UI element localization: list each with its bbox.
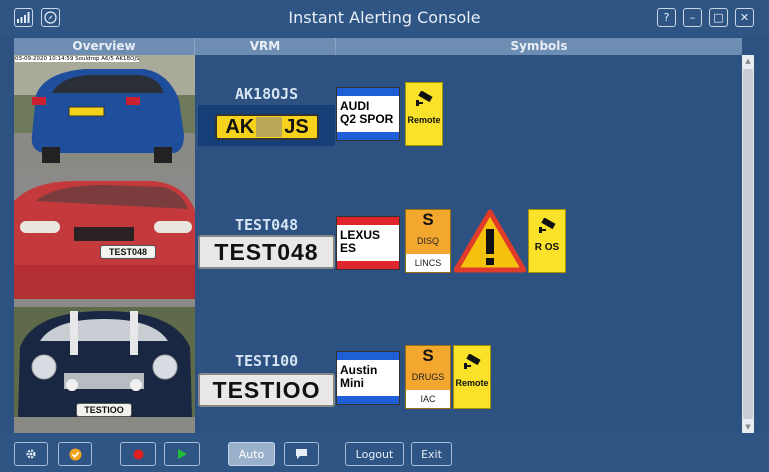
vehicle-photo: TESTIOO (14, 307, 195, 433)
vertical-scrollbar[interactable]: ▲ ▼ (742, 55, 754, 433)
check-circle-icon (69, 448, 81, 460)
make-bar-bottom (337, 261, 399, 269)
exit-button[interactable]: Exit (411, 442, 452, 466)
photo-timestamp: 03-09-2020 10:14:59 Souldrop A6/5 AK18OJ… (15, 56, 140, 62)
plate-image: TESTIOO (198, 373, 335, 407)
column-symbols[interactable]: Symbols (336, 38, 742, 55)
plate-redaction (256, 117, 283, 137)
scrollbar-thumb[interactable] (743, 69, 753, 419)
plate-text-end: JS (284, 115, 309, 138)
window-title: Instant Alerting Console (288, 8, 481, 27)
plate-crop: AK JS (198, 105, 335, 146)
close-button[interactable]: ✕ (735, 8, 754, 27)
alert-row[interactable]: TESTIOO TEST100 TESTIOO Austin Mini S DR… (14, 307, 742, 433)
help-button[interactable]: ? (657, 8, 676, 27)
status-force: LINCS (406, 254, 450, 272)
scroll-up-icon[interactable]: ▲ (744, 57, 752, 65)
record-button[interactable] (120, 442, 156, 466)
column-overview[interactable]: Overview (14, 38, 195, 55)
play-icon (177, 449, 187, 459)
logout-button[interactable]: Logout (345, 442, 404, 466)
make-bar-bottom (337, 132, 399, 140)
camera-label: R OS (534, 242, 560, 253)
alert-row[interactable]: TEST048 TEST048 TEST048 LEXUS ES S DISQ … (14, 171, 742, 307)
camera-card[interactable]: R OS (528, 209, 566, 273)
auto-button[interactable]: Auto (228, 442, 275, 466)
status-reason: DRUGS (411, 372, 445, 382)
alerts-grid: 03-09-2020 10:14:59 Souldrop A6/5 AK18OJ… (14, 55, 742, 433)
cctv-camera-icon (416, 91, 433, 106)
vehicle-photo: 03-09-2020 10:14:59 Souldrop A6/5 AK18OJ… (14, 55, 195, 171)
maximize-button[interactable]: □ (709, 8, 728, 27)
cctv-camera-icon (464, 354, 481, 369)
photo-plate: TEST048 (100, 245, 156, 259)
speech-bubble-icon (296, 449, 307, 459)
vrm-label: AK18OJS (235, 85, 299, 103)
minimize-button[interactable]: – (683, 8, 702, 27)
camera-label: Remote (455, 378, 489, 388)
make-text: Austin Mini (340, 363, 378, 390)
make-bar-top (337, 88, 399, 96)
camera-label: Remote (407, 115, 441, 125)
vrm-label: TEST048 (235, 216, 299, 234)
status-reason: DISQ (416, 236, 439, 246)
title-bar: Instant Alerting Console ? – □ ✕ (0, 0, 769, 36)
make-card[interactable]: LEXUS ES (336, 216, 400, 270)
warning-icon[interactable] (454, 209, 526, 273)
vehicle-photo: TEST048 (14, 171, 195, 307)
make-bar-top (337, 352, 399, 360)
bottom-toolbar: Auto Logout Exit (0, 433, 769, 472)
status-force: IAC (406, 390, 450, 408)
make-bar-top (337, 217, 399, 225)
make-card[interactable]: AUDI Q2 SPOR (336, 87, 400, 141)
status-card[interactable]: S DRUGS IAC (405, 345, 451, 409)
make-text: AUDI Q2 SPOR (340, 99, 394, 126)
photo-plate: TESTIOO (76, 403, 132, 417)
status-card[interactable]: S DISQ LINCS (405, 209, 451, 273)
make-bar-bottom (337, 396, 399, 404)
cctv-camera-icon (539, 218, 556, 233)
plate-text: AK (225, 115, 255, 138)
alert-row[interactable]: 03-09-2020 10:14:59 Souldrop A6/5 AK18OJ… (14, 55, 742, 171)
status-letter: S (422, 210, 434, 229)
scroll-down-icon[interactable]: ▼ (744, 423, 752, 431)
plate-image: AK JS (215, 114, 319, 140)
column-vrm[interactable]: VRM (195, 38, 336, 55)
record-icon (133, 449, 143, 459)
message-button[interactable] (284, 442, 319, 466)
make-card[interactable]: Austin Mini (336, 351, 400, 405)
column-header: Overview VRM Symbols (14, 38, 742, 55)
camera-card[interactable]: Remote (453, 345, 491, 409)
vrm-label: TEST100 (235, 352, 299, 370)
acknowledge-button[interactable] (58, 442, 92, 466)
settings-button[interactable] (14, 442, 48, 466)
make-text: LEXUS ES (340, 228, 381, 255)
play-button[interactable] (164, 442, 200, 466)
gear-icon (26, 449, 36, 459)
status-letter: S (422, 346, 434, 365)
plate-image: TEST048 (198, 235, 335, 269)
camera-card[interactable]: Remote (405, 82, 443, 146)
